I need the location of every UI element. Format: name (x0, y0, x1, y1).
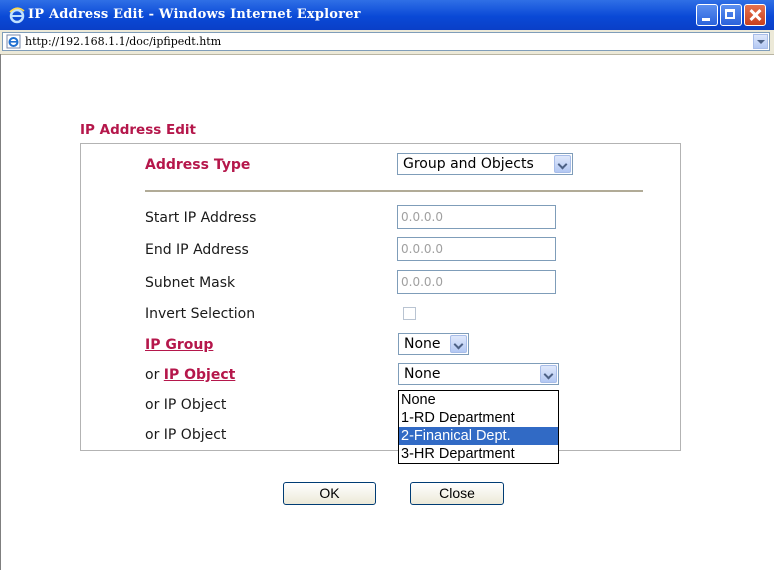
dropdown-option[interactable]: 3-HR Department (399, 445, 558, 463)
maximize-button[interactable] (720, 4, 742, 26)
url-text: http://192.168.1.1/doc/ipfipedt.htm (25, 35, 222, 48)
chevron-down-icon[interactable] (540, 365, 557, 383)
address-type-label: Address Type (145, 157, 251, 173)
subnet-mask-label: Subnet Mask (145, 275, 236, 291)
start-ip-input[interactable] (401, 207, 551, 227)
address-type-value: Group and Objects (403, 156, 534, 172)
start-ip-field[interactable] (397, 205, 556, 229)
chevron-down-icon[interactable] (450, 335, 467, 353)
invert-selection-label: Invert Selection (145, 306, 256, 322)
ie-page-icon (6, 34, 21, 49)
internet-explorer-icon (9, 7, 25, 24)
ip-group-link[interactable]: IP Group (145, 337, 213, 353)
address-type-select[interactable]: Group and Objects (397, 153, 573, 175)
subnet-mask-field[interactable] (397, 270, 556, 294)
ip-object-link[interactable]: IP Object (164, 367, 236, 383)
subnet-mask-input[interactable] (401, 272, 551, 292)
address-bar: http://192.168.1.1/doc/ipfipedt.htm (0, 30, 774, 55)
start-ip-label: Start IP Address (145, 210, 257, 226)
window-border (0, 54, 1, 570)
dropdown-option[interactable]: None (399, 391, 558, 409)
dropdown-option[interactable]: 2-Finanical Dept. (399, 427, 558, 445)
divider (145, 190, 643, 193)
invert-selection-checkbox[interactable] (403, 307, 416, 320)
close-window-button[interactable] (744, 4, 766, 26)
ip-object-1-prefix: or (145, 367, 164, 383)
ip-object-dropdown-list[interactable]: None 1-RD Department 2-Finanical Dept. 3-HR… (398, 390, 559, 464)
chevron-down-icon[interactable] (554, 155, 571, 173)
window-titlebar: IP Address Edit - Windows Internet Explo… (0, 0, 774, 30)
end-ip-field[interactable] (397, 237, 556, 261)
ip-object-1-value: None (404, 366, 441, 382)
ip-group-value: None (404, 336, 441, 352)
ip-group-select[interactable]: None (398, 333, 469, 355)
ok-button[interactable]: OK (283, 482, 376, 505)
url-field[interactable]: http://192.168.1.1/doc/ipfipedt.htm (2, 32, 770, 51)
end-ip-label: End IP Address (145, 242, 249, 258)
dropdown-option[interactable]: 1-RD Department (399, 409, 558, 427)
chevron-down-icon[interactable] (753, 34, 768, 49)
ip-object-3-label: or IP Object (145, 427, 227, 443)
end-ip-input[interactable] (401, 239, 551, 259)
ip-object-1-select[interactable]: None (398, 363, 559, 385)
ip-object-1-label: or IP Object (145, 367, 235, 383)
ip-object-2-label: or IP Object (145, 397, 227, 413)
minimize-button[interactable] (696, 4, 718, 26)
close-button[interactable]: Close (410, 482, 504, 505)
section-title: IP Address Edit (80, 122, 196, 138)
window-title: IP Address Edit - Windows Internet Explo… (28, 7, 361, 22)
